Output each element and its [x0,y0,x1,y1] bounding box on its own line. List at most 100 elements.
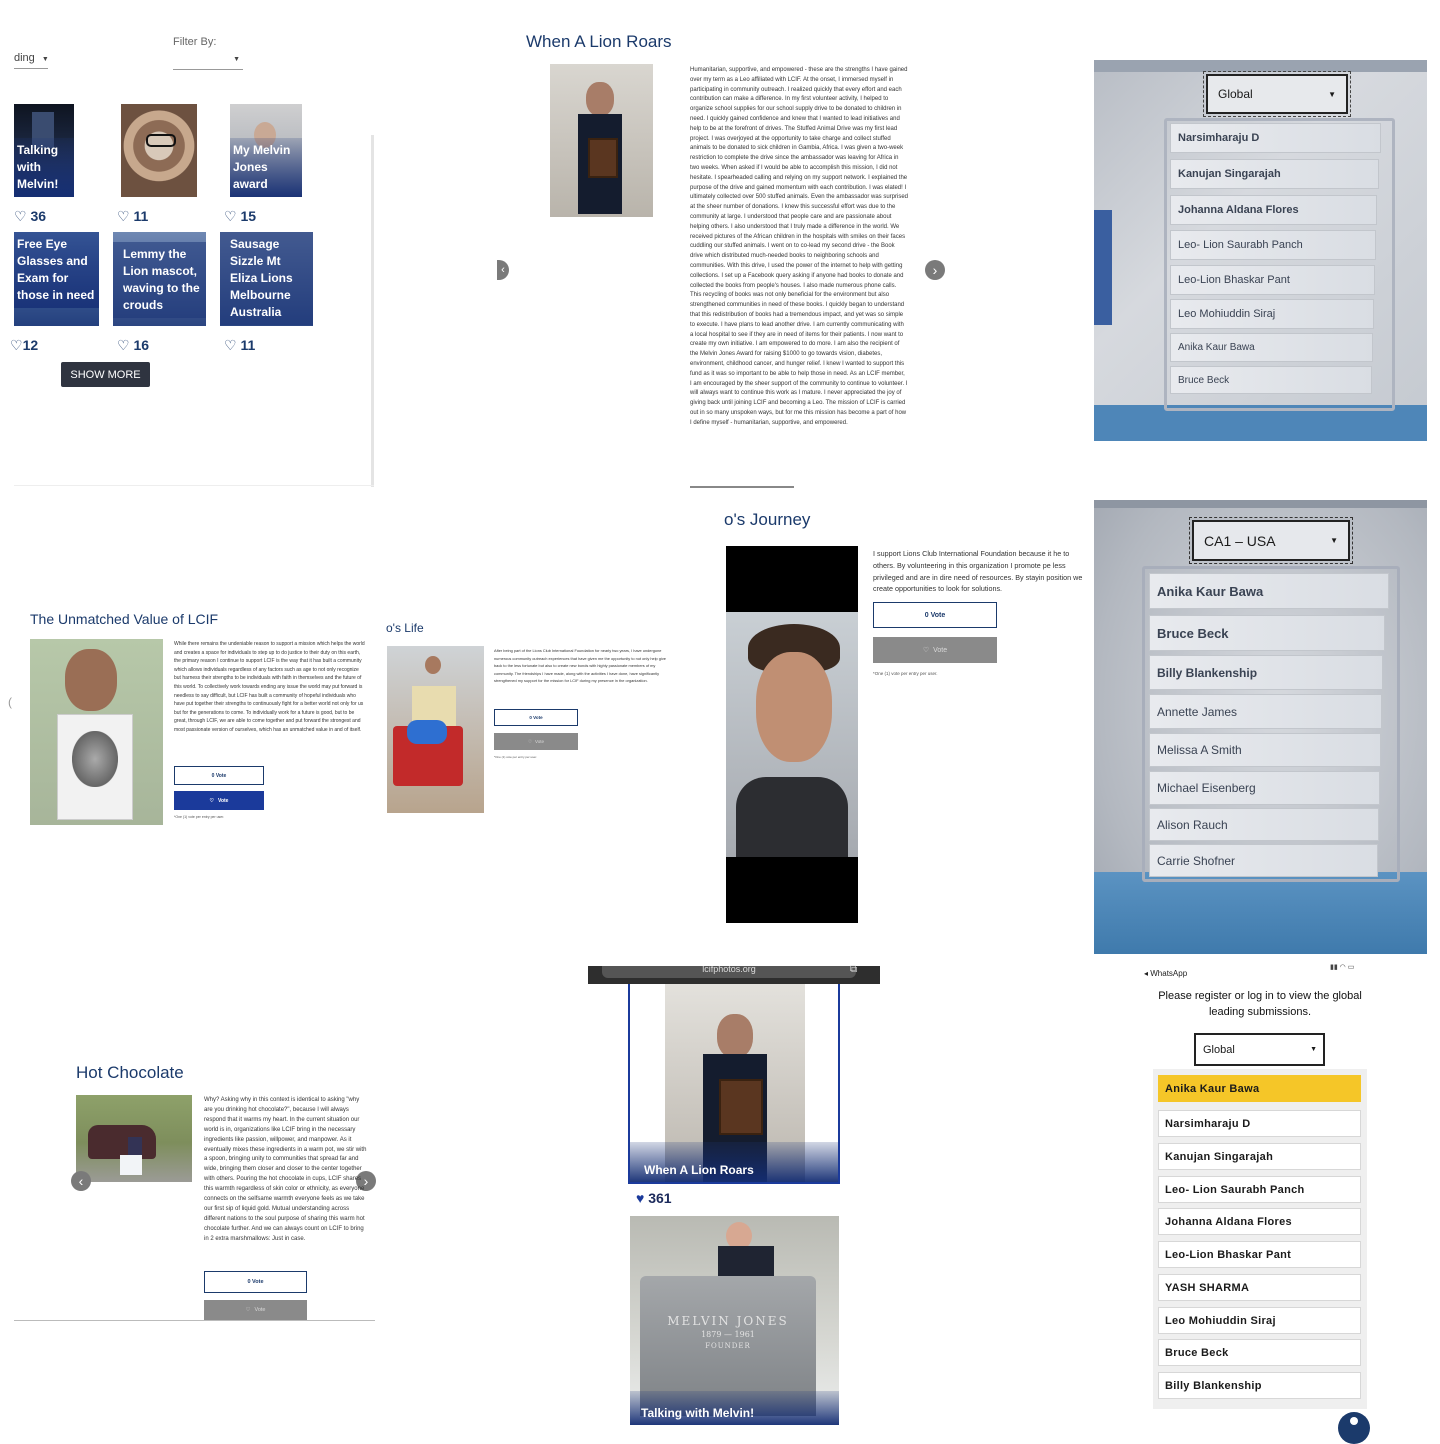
list-item[interactable]: Anika Kaur Bawa [1170,333,1373,362]
accessibility-icon[interactable] [1338,1412,1370,1444]
divider [14,485,374,486]
leaderboard-item[interactable]: Narsimharaju D [1158,1110,1361,1137]
list-item[interactable]: Michael Eisenberg [1149,771,1380,805]
list-item[interactable]: Bruce Beck [1149,615,1385,651]
list-item[interactable]: Melissa A Smith [1149,733,1381,767]
vote-button[interactable]: ♡ Vote [204,1300,307,1320]
like-count[interactable]: ♡ 15 [224,208,256,225]
like-count[interactable]: ♡ 36 [14,208,46,225]
entry-body: Humanitarian, supportive, and empowered … [690,67,909,426]
url-text: lcifphotos.org [702,966,756,974]
toy-shape [407,720,447,744]
accessibility-head [1350,1417,1358,1425]
list-item[interactable]: Kanujan Singarajah [1170,159,1379,189]
heart-icon: ♡ [245,1307,251,1313]
browser-bar: lcifphotos.org ⧉ [588,964,880,984]
url-bar[interactable]: lcifphotos.org [602,966,856,978]
share-icon[interactable]: ⧉ [850,964,857,975]
leaderboard-item[interactable]: Leo- Lion Saurabh Panch [1158,1176,1361,1203]
person-body [736,777,848,857]
entry-title: o's Journey [724,510,811,529]
person-photo [425,656,441,674]
lion-sketch [72,731,118,787]
list-item[interactable]: Billy Blankenship [1149,655,1383,690]
scrollbar[interactable] [371,135,374,487]
heart-icon: ♡ [14,208,27,224]
list-item[interactable]: Anika Kaur Bawa [1149,573,1389,609]
prev-arrow-button[interactable]: ‹ [71,1171,91,1191]
region-select[interactable]: Global ▼ [1194,1033,1325,1066]
entry-photo [387,646,484,813]
leaderboard-item[interactable]: Billy Blankenship [1158,1372,1361,1399]
like-count[interactable]: ♡ 11 [224,337,255,354]
chevron-left-icon[interactable]: ( [8,695,12,709]
glasses-shape [146,134,176,147]
vote-button[interactable]: ♡ Vote [494,733,578,750]
gallery-card[interactable]: Lemmy the Lion mascot, waving to the cro… [113,232,206,326]
gallery-card[interactable]: Sausage Sizzle Mt Eliza Lions Melbourne … [220,232,313,326]
like-count[interactable]: ♡ 11 [117,208,148,225]
list-item[interactable]: Annette James [1149,694,1382,729]
leaderboard-item[interactable]: Leo-Lion Bhaskar Pant [1158,1241,1361,1268]
heart-icon: ♡ [527,738,533,744]
heart-icon: ♡ [209,797,214,804]
header-strip [1094,60,1427,72]
vote-label: Vote [218,797,229,804]
chevron-down-icon: ▼ [1330,536,1338,545]
vote-count-button[interactable]: 0 Vote [494,709,578,726]
region-select[interactable]: Global ▼ [1203,71,1351,117]
entry-body: After being part of the Lions Club Inter… [494,648,666,683]
back-link[interactable]: ◂ WhatsApp [1144,969,1187,978]
filter-dropdown[interactable]: ▼ [173,55,243,70]
gallery-card[interactable]: MELVIN JONES 1879 — 1961 FOUNDER Talking… [630,1216,839,1425]
list-item[interactable]: Leo Mohiuddin Siraj [1170,299,1374,329]
side-strip [1094,210,1112,325]
next-arrow-button[interactable]: › [925,260,945,280]
vote-button[interactable]: ♡ Vote [873,637,997,663]
list-item[interactable]: Leo-Lion Bhaskar Pant [1170,265,1375,295]
like-count[interactable]: ♡12 [10,337,38,354]
divider [14,1320,375,1321]
like-count[interactable]: ♥ 361 [636,1190,672,1206]
list-item[interactable]: Narsimharaju D [1170,123,1381,153]
headstone-text: 1879 — 1961 [701,1330,755,1339]
prev-arrow-button[interactable]: ‹ [497,260,509,280]
gallery-card[interactable] [121,104,197,197]
gallery-card[interactable]: Talking with Melvin! [14,104,74,197]
chevron-left-icon: ‹ [501,264,505,276]
headstone-text: FOUNDER [705,1342,751,1350]
region-select[interactable]: CA1 – USA ▼ [1189,517,1353,564]
leaderboard-item[interactable]: Johanna Aldana Flores [1158,1208,1361,1235]
vote-button[interactable]: ♡ Vote [174,791,264,810]
list-item[interactable]: Johanna Aldana Flores [1170,195,1377,225]
list-item[interactable]: Carrie Shofner [1149,844,1378,877]
card-caption: Talking with Melvin! [14,138,74,197]
leaderboard-item-top[interactable]: Anika Kaur Bawa [1158,1075,1361,1102]
vote-count-button[interactable]: 0 Vote [204,1271,307,1293]
chevron-down-icon: ▼ [41,56,49,63]
heart-icon: ♡ [117,208,130,224]
show-more-button[interactable]: SHOW MORE [61,362,150,387]
leaderboard-item[interactable]: YASH SHARMA [1158,1274,1361,1301]
list-item[interactable]: Bruce Beck [1170,366,1372,394]
vote-count-button[interactable]: 0 Vote [174,766,264,785]
like-count[interactable]: ♡ 16 [117,337,149,354]
gallery-card[interactable]: Free Eye Glasses and Exam for those in n… [14,232,99,326]
entry-photo [30,639,163,825]
gallery-card[interactable]: When A Lion Roars [628,984,840,1184]
person-photo [65,649,117,711]
sort-dropdown[interactable]: ding ▼ [14,52,49,64]
list-item[interactable]: Alison Rauch [1149,808,1379,841]
gallery-card[interactable]: My Melvin Jones award [230,104,302,197]
list-item[interactable]: Leo- Lion Saurabh Panch [1170,230,1376,260]
leaderboard-item[interactable]: Bruce Beck [1158,1339,1361,1366]
card-caption: When A Lion Roars [630,1142,838,1182]
vote-button-edge [690,486,794,488]
entry-title: o's Life [386,621,424,635]
heart-icon: ♡ [224,337,237,353]
leaderboard-item[interactable]: Kanujan Singarajah [1158,1143,1361,1170]
vote-label: Vote [933,646,948,654]
leaderboard-item[interactable]: Leo Mohiuddin Siraj [1158,1307,1361,1334]
vote-note: *One (1) vote per entry per user. [873,671,938,676]
vote-count-button[interactable]: 0 Vote [873,602,997,628]
